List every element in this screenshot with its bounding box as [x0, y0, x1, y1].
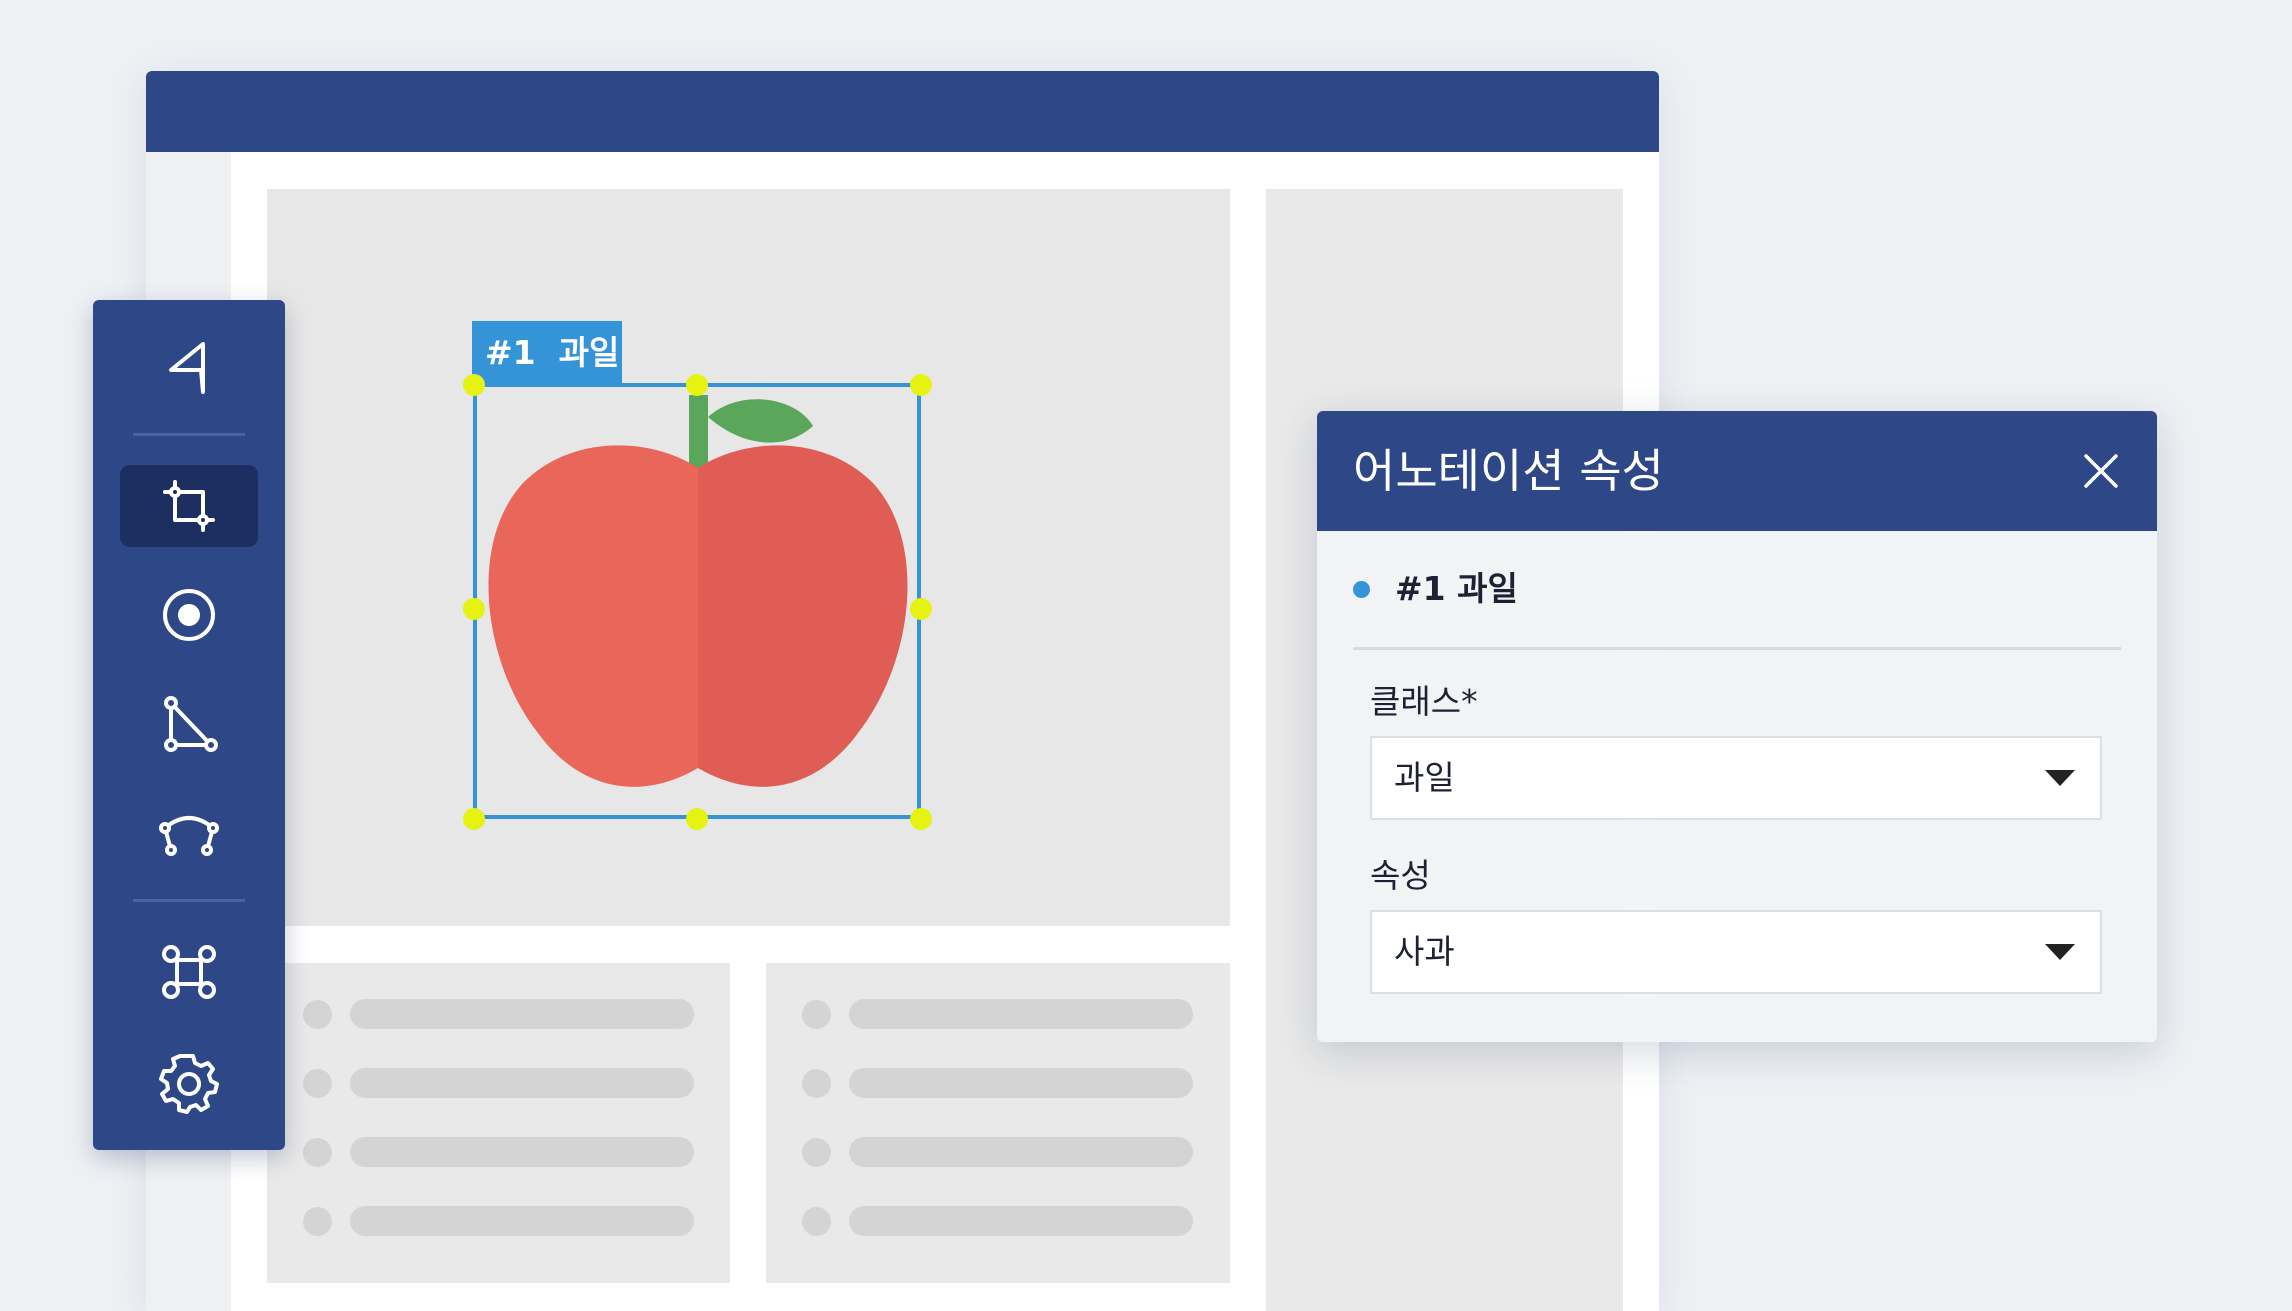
- tool-bar: [93, 300, 285, 1150]
- annotation-name: #1 과일: [1395, 569, 1518, 608]
- attribute-select-value: 사과: [1394, 932, 1455, 971]
- polyline-tool[interactable]: [120, 793, 258, 875]
- list-item: [802, 1137, 1202, 1167]
- resize-handle-top-right[interactable]: [910, 374, 932, 396]
- resize-handle-top-left[interactable]: [463, 374, 485, 396]
- list-card: [766, 963, 1230, 1283]
- list-item: [303, 1206, 703, 1236]
- dialog-header: 어노테이션 속성: [1317, 411, 2157, 531]
- attribute-label: 속성: [1370, 856, 1431, 895]
- list-item: [303, 1137, 703, 1167]
- close-icon: [2084, 454, 2118, 488]
- resize-handle-bottom[interactable]: [686, 808, 708, 830]
- dialog-title: 어노테이션 속성: [1353, 444, 1664, 498]
- pointer-icon: [169, 342, 205, 394]
- attribute-select[interactable]: 사과: [1370, 910, 2102, 994]
- list-card: [267, 963, 730, 1283]
- app-header: [146, 71, 1659, 152]
- keypoint-icon: [163, 589, 215, 641]
- bounding-box[interactable]: [473, 383, 921, 819]
- keypoint-tool[interactable]: [120, 574, 258, 656]
- polygon-icon: [164, 696, 218, 752]
- list-item: [802, 1206, 1202, 1236]
- annotation-color-dot: [1353, 581, 1370, 598]
- chevron-down-icon: [2045, 770, 2075, 786]
- list-item: [303, 999, 703, 1029]
- list-item: [802, 999, 1202, 1029]
- annotation-properties-dialog: 어노테이션 속성 #1 과일 클래스* 과일 속성 사과: [1317, 411, 2157, 1042]
- resize-handle-top[interactable]: [686, 374, 708, 396]
- list-item: [303, 1068, 703, 1098]
- command-icon: [162, 945, 216, 999]
- resize-handle-bottom-left[interactable]: [463, 808, 485, 830]
- gear-icon: [159, 1054, 219, 1114]
- resize-handle-left[interactable]: [463, 598, 485, 620]
- polygon-tool[interactable]: [120, 684, 258, 766]
- settings-tool[interactable]: [120, 1041, 258, 1123]
- resize-handle-bottom-right[interactable]: [910, 808, 932, 830]
- resize-handle-right[interactable]: [910, 598, 932, 620]
- class-select[interactable]: 과일: [1370, 736, 2102, 820]
- class-select-value: 과일: [1394, 758, 1455, 797]
- pointer-tool[interactable]: [120, 327, 258, 409]
- bounding-box-tool[interactable]: [120, 465, 258, 547]
- close-button[interactable]: [2075, 445, 2127, 497]
- bounding-box-icon: [163, 480, 215, 532]
- command-tool[interactable]: [120, 931, 258, 1013]
- divider: [1353, 647, 2121, 650]
- polyline-icon: [159, 816, 219, 856]
- class-label: 클래스*: [1370, 682, 1478, 721]
- annotation-label[interactable]: #1 과일: [472, 321, 622, 384]
- chevron-down-icon: [2045, 944, 2075, 960]
- list-item: [802, 1068, 1202, 1098]
